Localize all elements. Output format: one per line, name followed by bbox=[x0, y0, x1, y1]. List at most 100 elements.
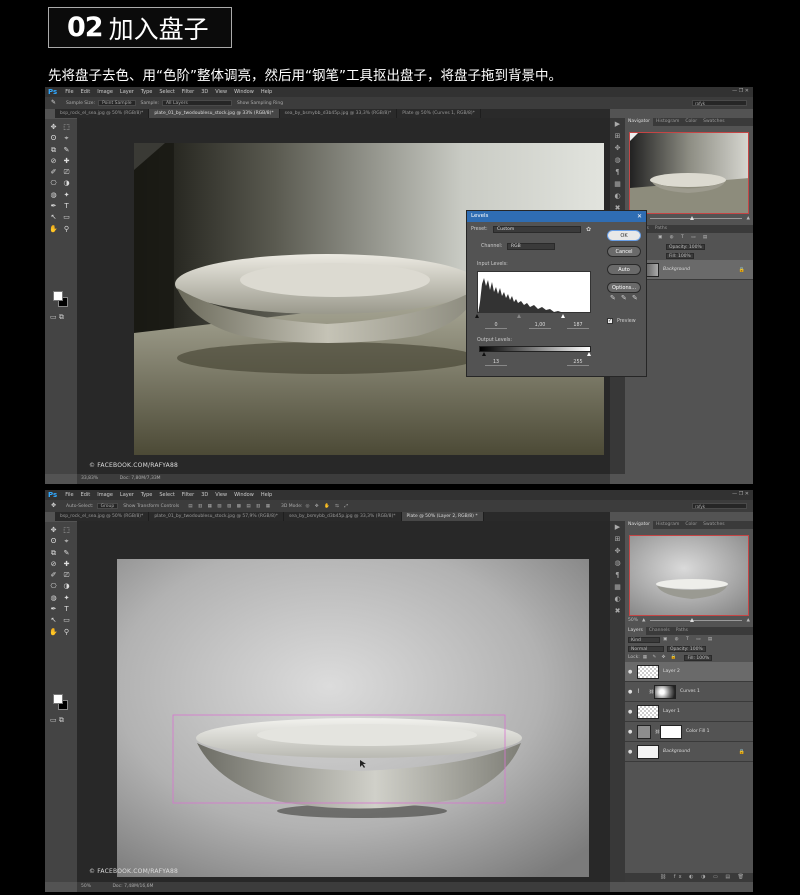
zoom-slider[interactable] bbox=[650, 618, 742, 622]
marquee-tool-icon[interactable]: ⬚ bbox=[62, 526, 71, 535]
eyedropper-tool-icon[interactable]: ✎ bbox=[62, 146, 71, 155]
tab-swatches[interactable]: Swatches bbox=[700, 118, 728, 126]
menu-image[interactable]: Image bbox=[97, 89, 113, 95]
navigator-thumbnail[interactable] bbox=[629, 535, 749, 616]
menu-select[interactable]: Select bbox=[159, 89, 174, 95]
path-select-tool-icon[interactable]: ↖ bbox=[49, 213, 58, 222]
input-white-value[interactable]: 187 bbox=[567, 323, 589, 329]
menu-type[interactable]: Type bbox=[141, 492, 152, 498]
history-panel-icon[interactable]: ▶ bbox=[610, 521, 625, 533]
eyedropper-tool-icon[interactable]: ✎ bbox=[62, 549, 71, 558]
layer-row-layer-2[interactable]: ● Layer 2 bbox=[625, 662, 753, 682]
doc-tab[interactable]: bsp_rock_el_sea.jpg @ 50% (RGB/8)* bbox=[55, 109, 150, 118]
dodge-tool-icon[interactable]: ✦ bbox=[62, 191, 71, 200]
canvas-area[interactable]: © FACEBOOK.COM/RAFYA88 bbox=[77, 521, 610, 882]
shape-tool-icon[interactable]: ▭ bbox=[62, 213, 71, 222]
lasso-tool-icon[interactable]: ʘ bbox=[49, 134, 58, 143]
brush-tool-icon[interactable]: ✚ bbox=[62, 560, 71, 569]
layer-row-layer-1[interactable]: ● Layer 1 bbox=[625, 702, 753, 722]
eyedropper-icon[interactable]: ✎ bbox=[49, 99, 58, 108]
gradient-tool-icon[interactable]: ◑ bbox=[62, 179, 71, 188]
menu-edit[interactable]: Edit bbox=[81, 492, 91, 498]
menu-3d[interactable]: 3D bbox=[201, 492, 208, 498]
zoom-tool-icon[interactable]: ⚲ bbox=[62, 225, 71, 234]
tab-color[interactable]: Color bbox=[682, 521, 700, 529]
visibility-eye-icon[interactable]: ● bbox=[628, 709, 637, 715]
tab-color[interactable]: Color bbox=[682, 118, 700, 126]
paragraph-panel-icon[interactable]: ▦ bbox=[610, 581, 625, 593]
properties-panel-icon[interactable]: ⊞ bbox=[610, 130, 625, 142]
zoom-slider[interactable] bbox=[650, 216, 742, 220]
input-black-slider[interactable] bbox=[475, 314, 479, 318]
quick-mask-icon[interactable]: ▭ ⧉ bbox=[50, 313, 64, 322]
blur-tool-icon[interactable]: ◍ bbox=[49, 191, 58, 200]
white-point-eyedropper-icon[interactable]: ✎ bbox=[632, 294, 638, 302]
move-tool-option-icon[interactable]: ✥ bbox=[49, 502, 58, 511]
doc-tab[interactable]: Plate @ 50% (Curves 1, RGB/8)* bbox=[397, 109, 481, 118]
opacity-field[interactable]: Opacity: 100% bbox=[666, 243, 705, 250]
cancel-button[interactable]: Cancel bbox=[607, 246, 641, 257]
workspace-search[interactable]: rafyk bbox=[692, 503, 747, 509]
adjustments-panel-icon[interactable]: ◐ bbox=[610, 190, 625, 202]
zoom-out-icon[interactable]: ▲ bbox=[642, 618, 645, 623]
stamp-tool-icon[interactable]: ✐ bbox=[49, 168, 58, 177]
output-white-slider[interactable] bbox=[587, 352, 591, 356]
visibility-eye-icon[interactable]: ● bbox=[628, 669, 637, 675]
menu-help[interactable]: Help bbox=[261, 492, 272, 498]
navigator-thumbnail[interactable] bbox=[629, 132, 749, 214]
brush-panel-icon[interactable]: ◍ bbox=[610, 557, 625, 569]
gray-point-eyedropper-icon[interactable]: ✎ bbox=[621, 294, 627, 302]
history-panel-icon[interactable]: ▶ bbox=[610, 118, 625, 130]
tab-layers[interactable]: Layers bbox=[625, 627, 646, 635]
hand-tool-icon[interactable]: ✋ bbox=[49, 225, 58, 234]
quick-select-tool-icon[interactable]: ⌖ bbox=[62, 537, 71, 546]
history-brush-icon[interactable]: ⎚ bbox=[62, 168, 71, 177]
move-tool-icon[interactable]: ✥ bbox=[49, 526, 58, 535]
window-controls[interactable]: — ❐ ✕ bbox=[732, 88, 749, 94]
zoom-slider-knob[interactable] bbox=[689, 216, 694, 220]
marquee-tool-icon[interactable]: ⬚ bbox=[62, 123, 71, 132]
crop-tool-icon[interactable]: ⧉ bbox=[49, 146, 58, 155]
menu-layer[interactable]: Layer bbox=[120, 89, 134, 95]
sample-select[interactable]: All Layers bbox=[161, 100, 232, 106]
menu-file[interactable]: File bbox=[65, 492, 73, 498]
stamp-tool-icon[interactable]: ✐ bbox=[49, 571, 58, 580]
ok-button[interactable]: OK bbox=[607, 230, 641, 241]
menu-filter[interactable]: Filter bbox=[182, 89, 194, 95]
layer-filter-icons[interactable]: ▣ ◍ T ▭ ▤ bbox=[663, 637, 715, 642]
styles-panel-icon[interactable]: ✖ bbox=[610, 605, 625, 617]
preset-select[interactable]: Custom bbox=[493, 226, 581, 233]
zoom-in-icon[interactable]: ▲ bbox=[747, 216, 750, 221]
show-sampling-ring-checkbox[interactable]: Show Sampling Ring bbox=[237, 101, 283, 106]
opacity-field[interactable]: Opacity: 100% bbox=[667, 645, 706, 652]
actions-panel-icon[interactable]: ✥ bbox=[610, 142, 625, 154]
menu-view[interactable]: View bbox=[215, 89, 227, 95]
zoom-slider-knob[interactable] bbox=[689, 618, 694, 622]
input-gamma-slider[interactable] bbox=[517, 314, 521, 318]
pen-tool-icon[interactable]: ✒ bbox=[49, 605, 58, 614]
doc-tab-active[interactable]: plate_01_by_twodoublesu_stock.jpg @ 33% … bbox=[149, 109, 280, 118]
menu-file[interactable]: File bbox=[65, 89, 73, 95]
tab-navigator[interactable]: Navigator bbox=[625, 118, 654, 126]
brush-tool-icon[interactable]: ✚ bbox=[62, 157, 71, 166]
crop-tool-icon[interactable]: ⧉ bbox=[49, 549, 58, 558]
brush-panel-icon[interactable]: ◍ bbox=[610, 154, 625, 166]
output-white-value[interactable]: 255 bbox=[567, 360, 589, 366]
menu-edit[interactable]: Edit bbox=[81, 89, 91, 95]
shape-tool-icon[interactable]: ▭ bbox=[62, 616, 71, 625]
eraser-tool-icon[interactable]: ⎔ bbox=[49, 179, 58, 188]
window-controls[interactable]: — ❐ ✕ bbox=[732, 491, 749, 497]
close-icon[interactable]: ✕ bbox=[637, 211, 642, 222]
character-panel-icon[interactable]: ¶ bbox=[610, 166, 625, 178]
healing-tool-icon[interactable]: ⊘ bbox=[49, 560, 58, 569]
layers-panel-footer[interactable]: ⛓ fx ◐ ◑ ▭ ▤ 🗑 bbox=[625, 873, 753, 882]
kind-filter-select[interactable]: Kind bbox=[628, 636, 660, 643]
3d-mode-icons[interactable]: ◎ ✥ ✋ ⇆ ⤢ bbox=[306, 503, 350, 509]
tab-paths[interactable]: Paths bbox=[652, 225, 670, 233]
quick-mask-icon[interactable]: ▭ ⧉ bbox=[50, 716, 64, 725]
paragraph-panel-icon[interactable]: ▦ bbox=[610, 178, 625, 190]
doc-tab[interactable]: sea_by_bsmybb_d3b45p.jpg @ 33,3% (RGB/8)… bbox=[284, 512, 402, 521]
align-icons[interactable]: ▤ ▥ ▦ ▧ ▨ ▩ ▤ ▥ ▦ bbox=[188, 504, 272, 509]
auto-button[interactable]: Auto bbox=[607, 264, 641, 275]
visibility-eye-icon[interactable]: ● bbox=[628, 689, 637, 695]
